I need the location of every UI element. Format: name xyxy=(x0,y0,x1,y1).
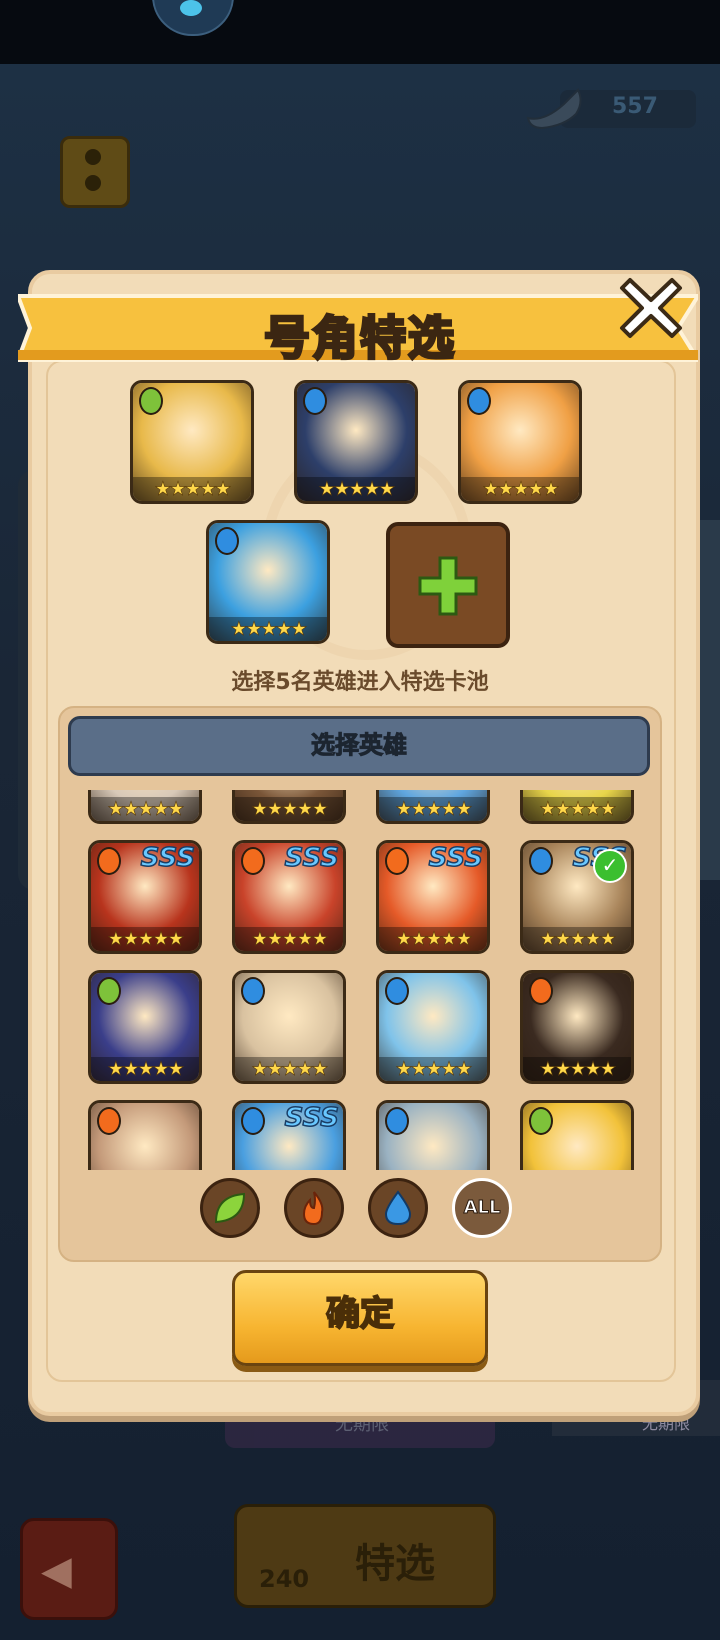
hero-card[interactable]: SSS✓★★★★★ xyxy=(520,840,634,954)
water-drop-icon xyxy=(384,1190,412,1226)
rank-badge: SSS xyxy=(284,843,340,874)
leaf-element-icon xyxy=(97,977,121,1005)
back-button[interactable]: ◀ xyxy=(20,1518,118,1620)
plus-icon xyxy=(418,556,478,616)
selected-hero-slot[interactable]: ★★★★★ xyxy=(294,380,418,504)
rank-badge: SSS xyxy=(284,1103,340,1134)
horn-icon xyxy=(526,88,582,130)
star-rating: ★★★★★ xyxy=(209,617,327,641)
star-rating: ★★★★★ xyxy=(235,797,343,821)
fire-element-icon xyxy=(97,1107,121,1135)
hero-grid[interactable]: ★★★★★ ★★★★★ ★★★★★ ★★★★★ SSS ★★★★★ SSS ★★★★★ SSS ★… xyxy=(68,790,650,1170)
special-pick-label: 特选 xyxy=(355,1541,435,1587)
all-filter-button[interactable]: ALL xyxy=(452,1178,512,1238)
star-rating: ★★★★★ xyxy=(461,477,579,501)
water-element-icon xyxy=(241,977,265,1005)
selection-hint: 选择5名英雄进入特选卡池 xyxy=(231,670,489,695)
horn-count: 557 xyxy=(612,94,658,119)
rank-badge: SSS xyxy=(140,843,196,874)
water-element-icon xyxy=(303,387,327,415)
rank-badge: SSS xyxy=(428,843,484,874)
water-filter-button[interactable] xyxy=(368,1178,428,1238)
hero-card[interactable]: ★★★★★ xyxy=(88,790,202,824)
selected-hero-slot[interactable]: ★★★★★ xyxy=(130,380,254,504)
dialog-title: 号角特选 xyxy=(263,310,456,367)
horn-cost: 240 xyxy=(259,1565,310,1593)
water-element-icon xyxy=(529,847,553,875)
hero-card[interactable]: ★★★★★ xyxy=(520,970,634,1084)
star-rating: ★★★★★ xyxy=(91,927,199,951)
selected-hero-slot[interactable]: ★★★★★ xyxy=(206,520,330,644)
hero-card[interactable]: ★★★★★ xyxy=(520,1100,634,1170)
hero-card[interactable]: SSS★★★★★ xyxy=(232,1100,346,1170)
hero-card[interactable]: SSS ★★★★★ xyxy=(376,840,490,954)
hero-card[interactable]: ★★★★★ xyxy=(376,1100,490,1170)
hero-select-title: 选择英雄 xyxy=(311,731,408,760)
hero-card[interactable]: SSS ★★★★★ xyxy=(232,840,346,954)
fire-icon xyxy=(302,1191,324,1226)
status-bar xyxy=(0,0,720,64)
check-icon: ✓ xyxy=(593,849,627,883)
star-rating: ★★★★★ xyxy=(235,927,343,951)
star-rating: ★★★★★ xyxy=(235,1057,343,1081)
hero-card[interactable]: SSS ★★★★★ xyxy=(88,840,202,954)
fire-element-icon xyxy=(97,847,121,875)
star-rating: ★★★★★ xyxy=(379,797,487,821)
hero-card[interactable]: ★★★★★ xyxy=(232,970,346,1084)
star-rating: ★★★★★ xyxy=(379,927,487,951)
leaf-element-icon xyxy=(139,387,163,415)
arrow-left-icon: ◀ xyxy=(41,1548,72,1594)
star-rating: ★★★★★ xyxy=(523,1057,631,1081)
star-rating: ★★★★★ xyxy=(523,927,631,951)
star-rating: ★★★★★ xyxy=(133,477,251,501)
star-rating: ★★★★★ xyxy=(297,477,415,501)
leaf-filter-button[interactable] xyxy=(200,1178,260,1238)
all-filter-label: ALL xyxy=(463,1197,501,1219)
hero-card[interactable]: ★★★★★ xyxy=(88,970,202,1084)
fire-filter-button[interactable] xyxy=(284,1178,344,1238)
water-element-icon xyxy=(241,1107,265,1135)
leaf-element-icon xyxy=(529,1107,553,1135)
star-rating: ★★★★★ xyxy=(379,1057,487,1081)
fire-element-icon xyxy=(529,977,553,1005)
star-rating: ★★★★★ xyxy=(91,797,199,821)
hero-card[interactable]: ★★★★★ xyxy=(520,790,634,824)
hero-card[interactable]: ★★★★★ xyxy=(376,970,490,1084)
hero-card[interactable]: ★★★★★ xyxy=(88,1100,202,1170)
info-button[interactable] xyxy=(60,136,130,208)
star-rating: ★★★★★ xyxy=(523,797,631,821)
leaf-icon xyxy=(214,1192,246,1224)
hero-card[interactable]: ★★★★★ xyxy=(376,790,490,824)
add-hero-slot[interactable] xyxy=(386,522,510,648)
special-pick-button[interactable]: 240 特选 xyxy=(234,1504,496,1608)
water-element-icon xyxy=(215,527,239,555)
fire-element-icon xyxy=(241,847,265,875)
water-element-icon xyxy=(385,1107,409,1135)
hero-select-header: 选择英雄 xyxy=(68,716,650,776)
water-element-icon xyxy=(467,387,491,415)
confirm-label: 确定 xyxy=(325,1293,395,1335)
fire-element-icon xyxy=(385,847,409,875)
hero-card[interactable]: ★★★★★ xyxy=(232,790,346,824)
water-element-icon xyxy=(385,977,409,1005)
confirm-button[interactable]: 确定 xyxy=(232,1270,488,1366)
star-rating: ★★★★★ xyxy=(91,1057,199,1081)
selected-hero-slot[interactable]: ★★★★★ xyxy=(458,380,582,504)
close-icon[interactable] xyxy=(616,272,686,342)
